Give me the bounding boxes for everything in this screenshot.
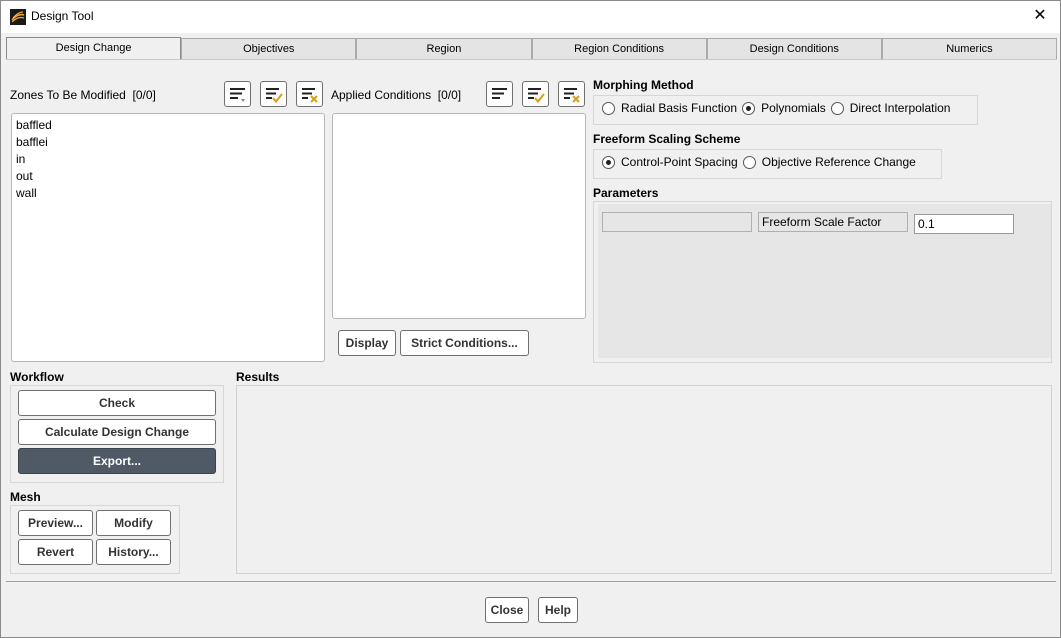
radio-direct-interpolation[interactable] xyxy=(830,101,844,115)
calculate-design-change-button[interactable]: Calculate Design Change xyxy=(18,419,216,445)
app-logo-icon xyxy=(10,9,26,25)
zones-count: [0/0] xyxy=(132,88,156,102)
results-area xyxy=(236,385,1052,574)
deselect-all-icon xyxy=(564,88,580,103)
freeform-scale-factor-label: Freeform Scale Factor xyxy=(758,212,908,232)
tab-design-conditions[interactable]: Design Conditions xyxy=(706,38,882,60)
applied-deselect-all-button[interactable] xyxy=(558,81,585,107)
list-item[interactable]: in xyxy=(16,151,320,168)
radio-label: Direct Interpolation xyxy=(849,101,951,115)
close-window-icon[interactable]: ✕ xyxy=(1030,6,1050,26)
parameters-label: Parameters xyxy=(593,186,659,200)
zones-listbox[interactable]: baffled bafflei in out wall xyxy=(11,113,325,362)
results-label: Results xyxy=(236,370,280,384)
export-button[interactable]: Export... xyxy=(18,448,216,474)
history-button[interactable]: History... xyxy=(96,539,171,565)
tab-bar: Design Change Objectives Region Region C… xyxy=(6,37,1058,60)
window-title: Design Tool xyxy=(31,9,94,23)
morphing-method-options: Radial Basis Function Polynomials Direct… xyxy=(602,98,955,118)
modify-button[interactable]: Modify xyxy=(96,510,171,536)
freeform-scaling-options: Control-Point Spacing Objective Referenc… xyxy=(602,152,921,172)
applied-conditions-listbox[interactable] xyxy=(332,113,586,319)
radio-label: Polynomials xyxy=(761,101,826,115)
filter-list-icon xyxy=(230,88,245,102)
radio-objective-reference-change[interactable] xyxy=(742,155,756,169)
select-all-icon xyxy=(266,88,283,104)
strict-conditions-button[interactable]: Strict Conditions... xyxy=(400,330,529,356)
radio-polynomials[interactable] xyxy=(742,101,756,115)
revert-button[interactable]: Revert xyxy=(18,539,93,565)
tab-region[interactable]: Region xyxy=(356,38,532,60)
applied-filter-button[interactable] xyxy=(486,81,513,107)
zones-label: Zones To Be Modified [0/0] xyxy=(10,88,156,102)
applied-count: [0/0] xyxy=(437,88,462,102)
close-button[interactable]: Close xyxy=(485,597,529,623)
zones-filter-button[interactable] xyxy=(224,81,251,107)
freeform-scaling-label: Freeform Scaling Scheme xyxy=(593,132,741,146)
workflow-label: Workflow xyxy=(10,370,64,384)
tab-region-conditions[interactable]: Region Conditions xyxy=(531,38,707,60)
check-button[interactable]: Check xyxy=(18,390,216,416)
applied-select-all-button[interactable] xyxy=(522,81,549,107)
select-all-icon xyxy=(528,88,545,104)
tab-design-change[interactable]: Design Change xyxy=(6,37,182,60)
tab-divider xyxy=(6,59,1057,60)
list-item[interactable]: wall xyxy=(16,185,320,202)
tab-numerics[interactable]: Numerics xyxy=(881,38,1058,60)
list-item[interactable]: out xyxy=(16,168,320,185)
list-item[interactable]: bafflei xyxy=(16,134,320,151)
design-tool-window: Design Tool ✕ Design Change Objectives R… xyxy=(0,0,1061,638)
display-button[interactable]: Display xyxy=(338,330,396,356)
preview-button[interactable]: Preview... xyxy=(18,510,93,536)
radio-label: Control-Point Spacing xyxy=(621,155,738,169)
tab-objectives[interactable]: Objectives xyxy=(181,38,357,60)
freeform-scale-factor-input[interactable]: 0.1 xyxy=(914,214,1014,234)
zones-deselect-all-button[interactable] xyxy=(296,81,323,107)
list-item[interactable]: baffled xyxy=(16,117,320,134)
radio-label: Radial Basis Function xyxy=(621,101,738,115)
mesh-label: Mesh xyxy=(10,490,41,504)
radio-radial-basis-function[interactable] xyxy=(602,101,615,115)
help-button[interactable]: Help xyxy=(538,597,578,623)
radio-label: Objective Reference Change xyxy=(761,155,916,169)
deselect-all-icon xyxy=(302,88,318,103)
parameter-blank-cell xyxy=(602,212,752,232)
footer-divider xyxy=(6,581,1056,582)
applied-conditions-label: Applied Conditions [0/0] xyxy=(331,88,462,102)
radio-control-point-spacing[interactable] xyxy=(602,155,615,169)
morphing-method-label: Morphing Method xyxy=(593,78,694,92)
title-bar: Design Tool ✕ xyxy=(1,1,1060,33)
zones-select-all-button[interactable] xyxy=(260,81,287,107)
filter-list-icon xyxy=(492,88,507,99)
